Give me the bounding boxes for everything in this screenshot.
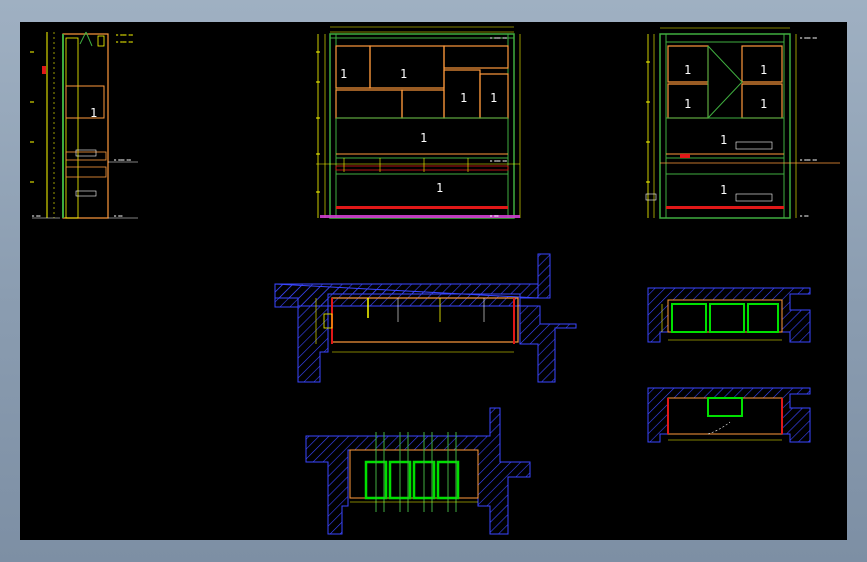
svg-text:1: 1 [460,91,467,105]
svg-text:1: 1 [720,133,727,147]
plan-section-lower-right [647,387,811,443]
svg-text:▬ ▬▬▬ ▬▬: ▬ ▬▬▬ ▬▬ [114,158,132,162]
svg-text:1: 1 [490,91,497,105]
plan-section-main [274,253,577,383]
svg-text:▬ ▬▬: ▬ ▬▬ [32,214,41,218]
svg-text:1: 1 [720,183,727,197]
svg-text:▬ ▬▬▬ ▬▬: ▬ ▬▬▬ ▬▬ [490,36,508,40]
plan-section-bottom [305,407,531,535]
svg-text:1: 1 [340,67,347,81]
svg-text:1: 1 [760,63,767,77]
svg-text:1: 1 [90,106,97,120]
svg-text:▬ ▬▬: ▬ ▬▬ [114,214,123,218]
cad-viewport[interactable]: 1 ▬ ▬▬▬ ▬▬ ▬ ▬▬▬ ▬▬ ▬ ▬▬▬ ▬▬ ▬ ▬▬ ▬ ▬▬ 1… [20,22,847,540]
svg-text:1: 1 [436,181,443,195]
svg-text:▬ ▬▬▬ ▬▬: ▬ ▬▬▬ ▬▬ [490,159,508,163]
front-elevation: 1 1 1 1 1 1 ▬ ▬▬▬ ▬▬ ▬ ▬▬▬ ▬▬ ▬ ▬▬ [316,26,521,219]
plan-section-upper-right [647,287,811,343]
svg-text:▬ ▬▬▬ ▬▬: ▬ ▬▬▬ ▬▬ [116,33,134,37]
svg-text:▬ ▬▬▬ ▬▬: ▬ ▬▬▬ ▬▬ [800,36,818,40]
svg-text:1: 1 [684,97,691,111]
svg-text:1: 1 [420,131,427,145]
right-elevation: 1 1 1 1 1 1 ▬ ▬▬▬ ▬▬ ▬ ▬▬▬ ▬▬ ▬ ▬▬ [645,27,840,219]
svg-text:1: 1 [400,67,407,81]
svg-text:▬ ▬▬: ▬ ▬▬ [490,214,499,218]
cad-drawing: 1 ▬ ▬▬▬ ▬▬ ▬ ▬▬▬ ▬▬ ▬ ▬▬▬ ▬▬ ▬ ▬▬ ▬ ▬▬ 1… [30,26,840,535]
svg-text:1: 1 [684,63,691,77]
svg-text:▬ ▬▬▬ ▬▬: ▬ ▬▬▬ ▬▬ [800,158,818,162]
svg-text:▬ ▬▬▬ ▬▬: ▬ ▬▬▬ ▬▬ [116,40,134,44]
svg-text:▬ ▬▬: ▬ ▬▬ [800,214,809,218]
side-elevation: 1 ▬ ▬▬▬ ▬▬ ▬ ▬▬▬ ▬▬ ▬ ▬▬▬ ▬▬ ▬ ▬▬ ▬ ▬▬ [30,31,138,219]
svg-text:1: 1 [760,97,767,111]
